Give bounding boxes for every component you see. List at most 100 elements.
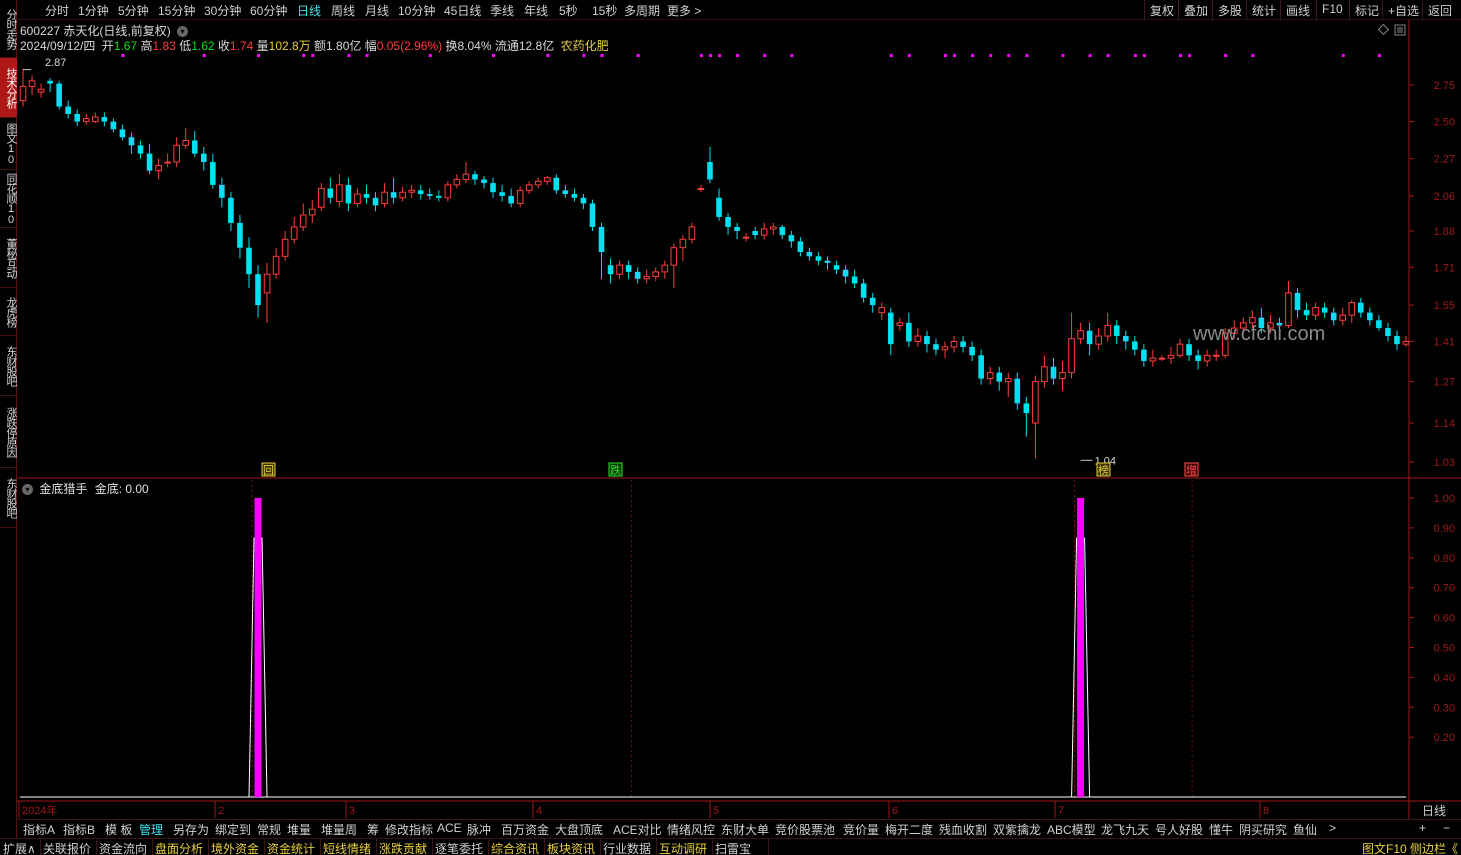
indicator-tab-4[interactable]: 另存为 bbox=[173, 821, 209, 838]
indicator-name[interactable]: 金底猎手 bbox=[39, 482, 87, 496]
indicator-tab-10[interactable]: 修改指标 bbox=[385, 821, 433, 838]
candle bbox=[1402, 336, 1410, 347]
candle bbox=[1059, 360, 1066, 391]
indicator-title: ▾ 金底猎手 金底: 0.00 bbox=[22, 480, 149, 497]
status-item-12[interactable]: 互动调研 bbox=[659, 840, 707, 855]
indicator-tab-3[interactable]: 管理 bbox=[139, 821, 163, 838]
indicator-tab-22[interactable]: 双紫擒龙 bbox=[993, 821, 1041, 838]
candle bbox=[580, 194, 587, 210]
candle bbox=[652, 267, 660, 282]
candle bbox=[634, 267, 641, 284]
candle bbox=[228, 192, 234, 232]
indicator-axis-label: 0.80 bbox=[1434, 553, 1455, 565]
price-axis-label: 1.27 bbox=[1434, 377, 1455, 389]
status-item-5[interactable]: 资金统计 bbox=[267, 840, 315, 855]
indicator-tab-8[interactable]: 堆量周 bbox=[321, 821, 357, 838]
candle bbox=[752, 226, 758, 240]
indicator-tab-26[interactable]: 懂牛 bbox=[1209, 821, 1233, 838]
candle bbox=[869, 292, 876, 313]
remove-button[interactable]: − bbox=[1443, 821, 1450, 835]
signal-dot bbox=[1251, 54, 1255, 57]
indicator-tab-14[interactable]: 大盘顶底 bbox=[555, 821, 603, 838]
status-separator bbox=[544, 839, 545, 855]
candle bbox=[941, 341, 949, 359]
indicator-tab-7[interactable]: 堆量 bbox=[287, 821, 311, 838]
candle bbox=[924, 330, 930, 353]
price-axis-label: 1.03 bbox=[1434, 457, 1455, 469]
indicator-tab-9[interactable]: 筹 bbox=[367, 821, 379, 838]
status-item-13[interactable]: 扫雷宝 bbox=[715, 840, 751, 855]
price-axis-label: 1.55 bbox=[1434, 300, 1455, 312]
event-marker[interactable]: 回 bbox=[261, 462, 276, 477]
indicator-tab-29[interactable]: > bbox=[1329, 821, 1336, 835]
event-marker[interactable]: 跌 bbox=[608, 462, 623, 477]
status-item-7[interactable]: 涨跌贡献 bbox=[379, 840, 427, 855]
candle bbox=[19, 68, 27, 107]
candle bbox=[616, 260, 623, 279]
signal-dot bbox=[636, 54, 640, 57]
candle bbox=[453, 174, 461, 189]
candle bbox=[679, 235, 687, 261]
indicator-tab-20[interactable]: 梅开二度 bbox=[885, 821, 933, 838]
indicator-tab-16[interactable]: 情绪风控 bbox=[667, 821, 715, 838]
status-item-10[interactable]: 板块资讯 bbox=[547, 840, 595, 855]
indicator-tab-5[interactable]: 绑定到 bbox=[215, 821, 251, 838]
kline-chart[interactable]: 2.75 2.50 2.27 2.06 1.88 1.71 1.55 1.41 1.27 1.14… bbox=[0, 0, 1461, 855]
status-item-0[interactable]: 扩展∧ bbox=[3, 840, 36, 855]
window-icon[interactable] bbox=[1394, 24, 1406, 36]
signal-dot bbox=[1188, 54, 1192, 57]
candle bbox=[734, 222, 740, 240]
indicator-tab-27[interactable]: 阴买研究 bbox=[1239, 821, 1287, 838]
f10-sidebar-toggle[interactable]: 图文F10 侧边栏《 bbox=[1362, 840, 1458, 855]
candle bbox=[986, 366, 994, 385]
status-item-6[interactable]: 短线情绪 bbox=[323, 840, 371, 855]
event-marker[interactable]: 榜 bbox=[1096, 462, 1111, 477]
indicator-tab-15[interactable]: ACE对比 bbox=[613, 821, 662, 838]
signal-dot bbox=[1088, 54, 1092, 57]
status-item-3[interactable]: 盘面分析 bbox=[155, 840, 203, 855]
status-item-8[interactable]: 逐笔委托 bbox=[435, 840, 483, 855]
date-axis-label: 2 bbox=[218, 805, 224, 817]
indicator-axis-label: 0.70 bbox=[1434, 583, 1455, 595]
candle bbox=[164, 153, 171, 168]
price-axis-label: 1.14 bbox=[1434, 418, 1455, 430]
indicator-tab-25[interactable]: 号人好股 bbox=[1155, 821, 1203, 838]
candle bbox=[1358, 297, 1364, 318]
status-item-1[interactable]: 关联报价 bbox=[43, 840, 91, 855]
indicator-tab-12[interactable]: 脉冲 bbox=[467, 821, 491, 838]
signal-dot bbox=[907, 54, 911, 57]
candle bbox=[128, 132, 135, 154]
status-item-9[interactable]: 综合资讯 bbox=[491, 840, 539, 855]
status-item-4[interactable]: 境外资金 bbox=[211, 840, 259, 855]
indicator-tab-23[interactable]: ABC模型 bbox=[1047, 821, 1096, 838]
indicator-tab-19[interactable]: 竞价量 bbox=[843, 821, 879, 838]
svg-text:榜: 榜 bbox=[1098, 463, 1109, 477]
indicator-tab-11[interactable]: ACE bbox=[437, 821, 462, 835]
indicator-tab-13[interactable]: 百万资金 bbox=[501, 821, 549, 838]
status-separator bbox=[600, 839, 601, 855]
signal-dot bbox=[121, 54, 125, 57]
indicator-dropdown-icon[interactable]: ▾ bbox=[22, 484, 33, 496]
signal-dot bbox=[1224, 54, 1228, 57]
indicator-value: 金底: 0.00 bbox=[94, 482, 149, 496]
status-item-2[interactable]: 资金流向 bbox=[99, 840, 147, 855]
candle bbox=[625, 260, 632, 279]
event-marker[interactable]: 增 bbox=[1184, 462, 1199, 477]
indicator-tab-2[interactable]: 模 板 bbox=[105, 821, 132, 838]
candle bbox=[317, 183, 325, 212]
status-separator bbox=[768, 839, 769, 855]
price-axis-label: 1.71 bbox=[1434, 262, 1455, 274]
indicator-tab-17[interactable]: 东财大单 bbox=[721, 821, 769, 838]
indicator-tab-21[interactable]: 残血收割 bbox=[939, 821, 987, 838]
indicator-tab-18[interactable]: 竞价股票池 bbox=[775, 821, 835, 838]
status-item-11[interactable]: 行业数据 bbox=[603, 840, 651, 855]
diamond-icon[interactable] bbox=[1377, 23, 1390, 36]
indicator-tab-24[interactable]: 龙飞九天 bbox=[1101, 821, 1149, 838]
candle bbox=[28, 75, 36, 95]
indicator-tab-1[interactable]: 指标B bbox=[63, 821, 95, 838]
signal-dot bbox=[971, 54, 975, 57]
indicator-tab-28[interactable]: 鱼仙 bbox=[1293, 821, 1317, 838]
add-button[interactable]: + bbox=[1419, 821, 1426, 835]
indicator-tab-6[interactable]: 常规 bbox=[257, 821, 281, 838]
indicator-tab-0[interactable]: 指标A bbox=[23, 821, 55, 838]
